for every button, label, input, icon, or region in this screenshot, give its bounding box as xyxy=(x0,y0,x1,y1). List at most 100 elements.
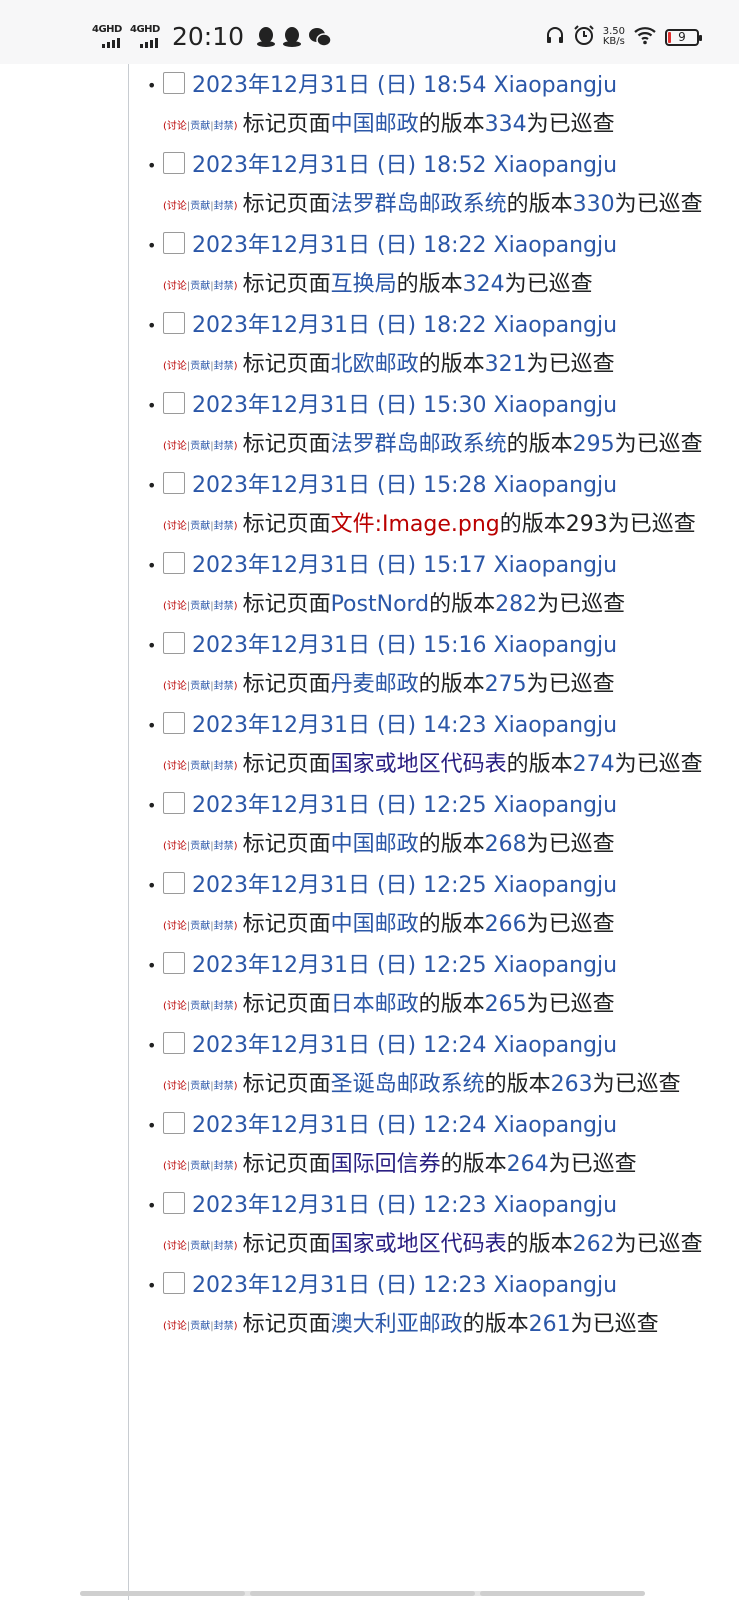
talk-link[interactable]: 讨论 xyxy=(167,841,187,852)
checkbox-icon[interactable] xyxy=(163,392,185,414)
page-link[interactable]: 中国邮政 xyxy=(331,832,419,857)
user-link[interactable]: Xiaopangju xyxy=(494,793,618,818)
user-link[interactable]: Xiaopangju xyxy=(494,153,618,178)
talk-link[interactable]: 讨论 xyxy=(167,201,187,212)
page-link[interactable]: 国际回信券 xyxy=(331,1152,441,1177)
user-link[interactable]: Xiaopangju xyxy=(494,633,618,658)
entry-timestamp-link[interactable]: 2023年12月31日 (日) 12:25 xyxy=(192,873,487,898)
contributions-link[interactable]: 贡献 xyxy=(190,521,210,532)
page-link[interactable]: 文件:Image.png xyxy=(331,512,500,537)
revision-link[interactable]: 324 xyxy=(463,272,505,297)
user-link[interactable]: Xiaopangju xyxy=(494,1193,618,1218)
user-link[interactable]: Xiaopangju xyxy=(494,553,618,578)
entry-timestamp-link[interactable]: 2023年12月31日 (日) 12:23 xyxy=(192,1193,487,1218)
page-link[interactable]: 法罗群岛邮政系统 xyxy=(331,192,507,217)
page-link[interactable]: 互换局 xyxy=(331,272,397,297)
entry-timestamp-link[interactable]: 2023年12月31日 (日) 18:22 xyxy=(192,233,487,258)
block-link[interactable]: 封禁 xyxy=(214,281,234,292)
entry-timestamp-link[interactable]: 2023年12月31日 (日) 15:30 xyxy=(192,393,487,418)
page-link[interactable]: PostNord xyxy=(331,592,430,617)
talk-link[interactable]: 讨论 xyxy=(167,441,187,452)
user-link[interactable]: Xiaopangju xyxy=(494,473,618,498)
contributions-link[interactable]: 贡献 xyxy=(190,1161,210,1172)
page-link[interactable]: 中国邮政 xyxy=(331,912,419,937)
checkbox-icon[interactable] xyxy=(163,312,185,334)
contributions-link[interactable]: 贡献 xyxy=(190,841,210,852)
checkbox-icon[interactable] xyxy=(163,952,185,974)
contributions-link[interactable]: 贡献 xyxy=(190,201,210,212)
talk-link[interactable]: 讨论 xyxy=(167,1241,187,1252)
block-link[interactable]: 封禁 xyxy=(214,681,234,692)
block-link[interactable]: 封禁 xyxy=(214,841,234,852)
revision-link[interactable]: 295 xyxy=(573,432,615,457)
talk-link[interactable]: 讨论 xyxy=(167,1161,187,1172)
revision-link[interactable]: 262 xyxy=(573,1232,615,1257)
block-link[interactable]: 封禁 xyxy=(214,441,234,452)
user-link[interactable]: Xiaopangju xyxy=(494,713,618,738)
contributions-link[interactable]: 贡献 xyxy=(190,1001,210,1012)
page-link[interactable]: 国家或地区代码表 xyxy=(331,752,507,777)
entry-timestamp-link[interactable]: 2023年12月31日 (日) 18:54 xyxy=(192,73,487,98)
talk-link[interactable]: 讨论 xyxy=(167,281,187,292)
entry-timestamp-link[interactable]: 2023年12月31日 (日) 18:22 xyxy=(192,313,487,338)
revision-link[interactable]: 282 xyxy=(495,592,537,617)
checkbox-icon[interactable] xyxy=(163,232,185,254)
contributions-link[interactable]: 贡献 xyxy=(190,281,210,292)
entry-timestamp-link[interactable]: 2023年12月31日 (日) 12:24 xyxy=(192,1033,487,1058)
page-link[interactable]: 北欧邮政 xyxy=(331,352,419,377)
checkbox-icon[interactable] xyxy=(163,792,185,814)
checkbox-icon[interactable] xyxy=(163,1112,185,1134)
entry-timestamp-link[interactable]: 2023年12月31日 (日) 14:23 xyxy=(192,713,487,738)
block-link[interactable]: 封禁 xyxy=(214,361,234,372)
talk-link[interactable]: 讨论 xyxy=(167,681,187,692)
revision-link[interactable]: 266 xyxy=(485,912,527,937)
entry-timestamp-link[interactable]: 2023年12月31日 (日) 15:28 xyxy=(192,473,487,498)
talk-link[interactable]: 讨论 xyxy=(167,121,187,132)
contributions-link[interactable]: 贡献 xyxy=(190,361,210,372)
checkbox-icon[interactable] xyxy=(163,632,185,654)
user-link[interactable]: Xiaopangju xyxy=(494,1033,618,1058)
entry-timestamp-link[interactable]: 2023年12月31日 (日) 15:16 xyxy=(192,633,487,658)
entry-timestamp-link[interactable]: 2023年12月31日 (日) 12:24 xyxy=(192,1113,487,1138)
user-link[interactable]: Xiaopangju xyxy=(494,233,618,258)
block-link[interactable]: 封禁 xyxy=(214,1001,234,1012)
revision-link[interactable]: 334 xyxy=(485,112,527,137)
talk-link[interactable]: 讨论 xyxy=(167,761,187,772)
contributions-link[interactable]: 贡献 xyxy=(190,681,210,692)
page-link[interactable]: 丹麦邮政 xyxy=(331,672,419,697)
talk-link[interactable]: 讨论 xyxy=(167,1081,187,1092)
block-link[interactable]: 封禁 xyxy=(214,1081,234,1092)
checkbox-icon[interactable] xyxy=(163,1272,185,1294)
contributions-link[interactable]: 贡献 xyxy=(190,1321,210,1332)
block-link[interactable]: 封禁 xyxy=(214,201,234,212)
checkbox-icon[interactable] xyxy=(163,552,185,574)
page-link[interactable]: 国家或地区代码表 xyxy=(331,1232,507,1257)
block-link[interactable]: 封禁 xyxy=(214,921,234,932)
revision-link[interactable]: 261 xyxy=(529,1312,571,1337)
user-link[interactable]: Xiaopangju xyxy=(494,873,618,898)
talk-link[interactable]: 讨论 xyxy=(167,601,187,612)
page-link[interactable]: 日本邮政 xyxy=(331,992,419,1017)
block-link[interactable]: 封禁 xyxy=(214,521,234,532)
talk-link[interactable]: 讨论 xyxy=(167,921,187,932)
revision-link[interactable]: 264 xyxy=(507,1152,549,1177)
contributions-link[interactable]: 贡献 xyxy=(190,441,210,452)
block-link[interactable]: 封禁 xyxy=(214,1241,234,1252)
checkbox-icon[interactable] xyxy=(163,72,185,94)
block-link[interactable]: 封禁 xyxy=(214,1321,234,1332)
revision-link[interactable]: 330 xyxy=(573,192,615,217)
horizontal-scrollbar[interactable] xyxy=(80,1591,645,1596)
checkbox-icon[interactable] xyxy=(163,1192,185,1214)
revision-link[interactable]: 268 xyxy=(485,832,527,857)
user-link[interactable]: Xiaopangju xyxy=(494,953,618,978)
contributions-link[interactable]: 贡献 xyxy=(190,761,210,772)
talk-link[interactable]: 讨论 xyxy=(167,361,187,372)
page-link[interactable]: 法罗群岛邮政系统 xyxy=(331,432,507,457)
block-link[interactable]: 封禁 xyxy=(214,601,234,612)
revision-link[interactable]: 263 xyxy=(551,1072,593,1097)
checkbox-icon[interactable] xyxy=(163,1032,185,1054)
checkbox-icon[interactable] xyxy=(163,152,185,174)
page-link[interactable]: 中国邮政 xyxy=(331,112,419,137)
contributions-link[interactable]: 贡献 xyxy=(190,601,210,612)
page-link[interactable]: 圣诞岛邮政系统 xyxy=(331,1072,485,1097)
